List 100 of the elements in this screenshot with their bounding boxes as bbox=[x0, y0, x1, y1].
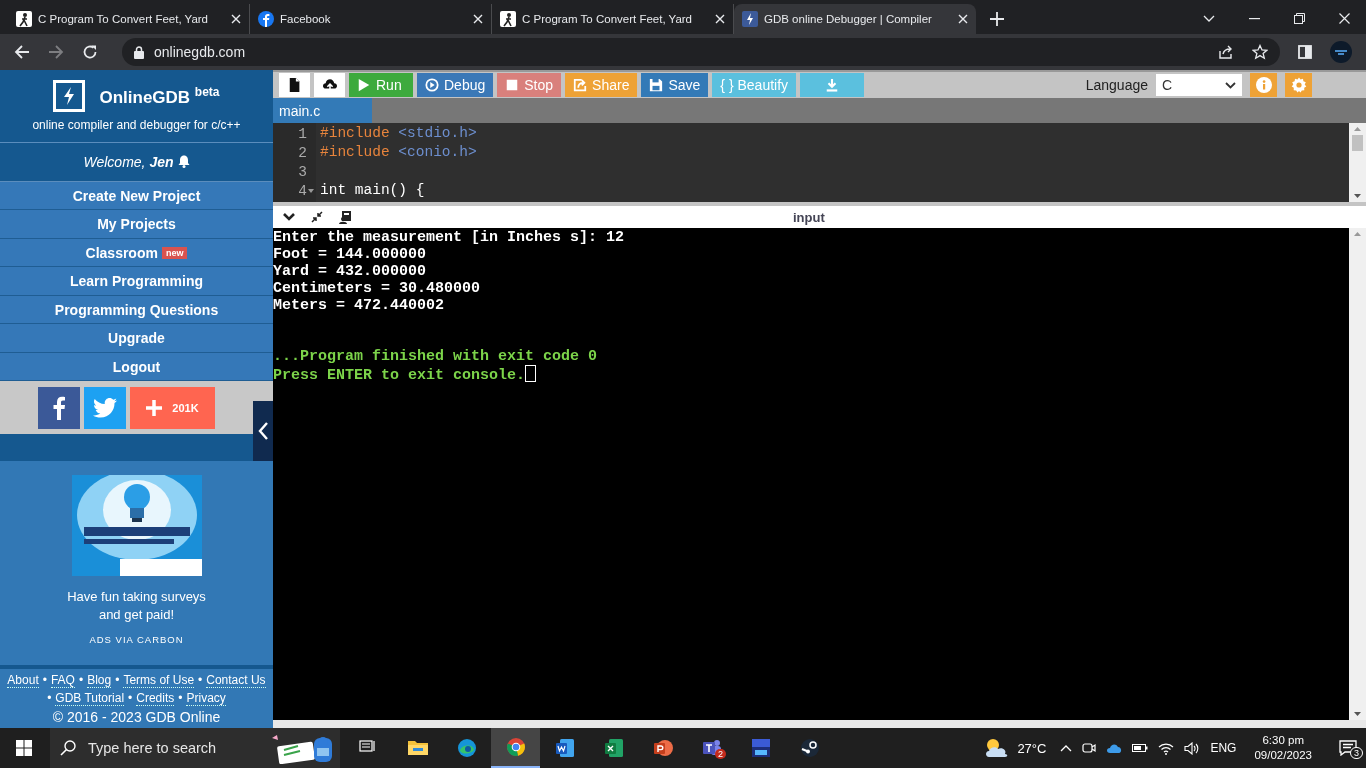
plus-icon bbox=[146, 399, 163, 416]
profile-avatar[interactable] bbox=[1330, 41, 1352, 63]
separator: • bbox=[47, 690, 52, 706]
facebook-share-button[interactable] bbox=[38, 386, 80, 429]
welcome-text: Welcome, Jen bbox=[83, 153, 174, 170]
separator: • bbox=[128, 690, 133, 706]
line-number: 3 bbox=[298, 163, 307, 180]
spreadsheet-app-icon bbox=[603, 738, 624, 758]
footer-link[interactable]: GDB Tutorial bbox=[55, 690, 125, 706]
footer-link[interactable]: Privacy bbox=[186, 690, 226, 706]
volume-icon[interactable] bbox=[1184, 741, 1201, 755]
notifications-button[interactable]: 3 bbox=[1330, 728, 1366, 768]
chevron-up-icon[interactable] bbox=[1060, 744, 1073, 752]
line-number: 1 bbox=[298, 125, 307, 142]
code-editor[interactable]: 1 2 3 4 #include <stdio.h> #include <conio.h> int main() { bbox=[273, 123, 1366, 202]
separator: • bbox=[78, 672, 84, 688]
taskbar-app[interactable]: 2 bbox=[687, 728, 736, 768]
scroll-thumb[interactable] bbox=[1352, 135, 1363, 151]
close-icon[interactable] bbox=[231, 14, 241, 24]
search-icon bbox=[60, 740, 76, 756]
cloud-upload-icon bbox=[322, 78, 337, 92]
browser-circle-icon bbox=[505, 737, 526, 757]
close-icon[interactable] bbox=[958, 14, 968, 24]
share-icon[interactable] bbox=[1218, 44, 1234, 60]
file-tab[interactable]: main.c bbox=[273, 98, 372, 123]
star-icon[interactable] bbox=[1252, 44, 1268, 60]
chevron-down-icon[interactable] bbox=[283, 213, 295, 221]
brand-name[interactable]: OnlineGDB $^{beta}$ bbox=[99, 84, 220, 108]
collapse-sidebar-button[interactable] bbox=[253, 401, 273, 461]
footer-link[interactable]: Terms of Use bbox=[123, 672, 195, 688]
scroll-down-icon bbox=[1354, 712, 1361, 716]
forward-icon[interactable] bbox=[48, 44, 64, 60]
ads-via-link[interactable]: ADS VIA CARBON bbox=[89, 634, 184, 646]
folder-icon bbox=[407, 738, 428, 758]
download-icon bbox=[825, 78, 840, 92]
tab-favicon-icon bbox=[16, 11, 32, 27]
footer-link[interactable]: About bbox=[7, 672, 39, 688]
info-icon bbox=[1255, 77, 1272, 93]
back-icon[interactable] bbox=[14, 44, 30, 60]
code-line: #include <stdio.h> bbox=[320, 125, 477, 141]
console-line: Meters = 472.440002 bbox=[273, 297, 446, 314]
share-count-button[interactable]: 201K bbox=[130, 386, 215, 429]
reload-icon[interactable] bbox=[82, 44, 98, 60]
browser-tab[interactable]: GDB online Debugger | Compiler bbox=[734, 4, 976, 34]
input-language[interactable]: ENG bbox=[1210, 741, 1237, 755]
side-panel-icon[interactable] bbox=[1298, 45, 1312, 59]
stop-icon bbox=[505, 78, 520, 92]
game-app-icon bbox=[799, 738, 820, 758]
bird-icon bbox=[93, 397, 117, 418]
clock-time[interactable]: 6:30 pm bbox=[1262, 733, 1304, 748]
camera-icon[interactable] bbox=[1082, 741, 1097, 755]
scroll-up-icon bbox=[1354, 232, 1361, 236]
debug-button[interactable]: Debug bbox=[417, 73, 494, 97]
scrollbar[interactable] bbox=[1349, 123, 1366, 202]
taskbar-search-bar[interactable]: Type here to search bbox=[50, 728, 340, 768]
wifi-icon[interactable] bbox=[1158, 741, 1175, 755]
separator: • bbox=[115, 672, 120, 688]
footer-link[interactable]: FAQ bbox=[50, 672, 75, 688]
search-input[interactable]: Type here to search bbox=[86, 739, 258, 757]
console-line: Centimeters = 30.480000 bbox=[273, 280, 482, 297]
tab-favicon-icon bbox=[500, 11, 516, 27]
close-icon[interactable] bbox=[1339, 13, 1350, 24]
cloud-icon[interactable] bbox=[1106, 742, 1123, 754]
minimize-icon[interactable] bbox=[1249, 17, 1260, 20]
scrollbar[interactable] bbox=[1349, 228, 1366, 720]
new-file-button[interactable] bbox=[279, 73, 310, 97]
clipboard-person-icon[interactable] bbox=[339, 210, 352, 224]
close-icon[interactable] bbox=[473, 14, 483, 24]
language-label: Language bbox=[1085, 77, 1148, 93]
upload-button[interactable] bbox=[314, 73, 345, 97]
fold-arrow-icon[interactable] bbox=[308, 188, 314, 193]
close-icon[interactable] bbox=[715, 14, 725, 24]
new-tab-icon[interactable] bbox=[990, 12, 1004, 26]
clock-date[interactable]: 09/02/2023 bbox=[1254, 748, 1312, 763]
run-button[interactable]: Run bbox=[349, 73, 413, 97]
lock-icon bbox=[134, 45, 144, 59]
twitter-share-button[interactable] bbox=[84, 386, 126, 429]
bolt-logo-icon bbox=[53, 79, 86, 112]
language-select[interactable]: C bbox=[1156, 74, 1242, 96]
weather-widget[interactable]: 27°C bbox=[983, 737, 1047, 759]
console-line: Enter the measurement [in Inches s]: 12 bbox=[273, 229, 626, 246]
address-bar[interactable]: onlinegdb.com bbox=[122, 38, 1280, 66]
bell-icon[interactable] bbox=[177, 155, 190, 169]
bolt-icon bbox=[742, 11, 758, 27]
save-button[interactable]: Save bbox=[641, 73, 709, 97]
browser-swirl-icon bbox=[456, 738, 477, 758]
ad-text[interactable]: Have fun taking surveys and get paid! bbox=[56, 588, 217, 625]
restore-icon[interactable] bbox=[1294, 13, 1305, 24]
footer-link[interactable]: Contact Us bbox=[206, 672, 266, 688]
battery-icon[interactable] bbox=[1132, 743, 1149, 753]
taskbar-app[interactable] bbox=[491, 728, 540, 768]
footer-link[interactable]: Blog bbox=[87, 672, 112, 688]
code-line: int main() { bbox=[320, 182, 425, 198]
settings-icon bbox=[1290, 77, 1307, 93]
compress-icon[interactable] bbox=[311, 211, 323, 223]
footer-link[interactable]: Credits bbox=[136, 690, 175, 706]
stop-button[interactable]: Stop bbox=[497, 73, 562, 97]
tab-title: Facebook bbox=[280, 13, 332, 25]
windows-logo-icon[interactable] bbox=[16, 740, 32, 756]
chevron-down-icon bbox=[1225, 81, 1236, 89]
